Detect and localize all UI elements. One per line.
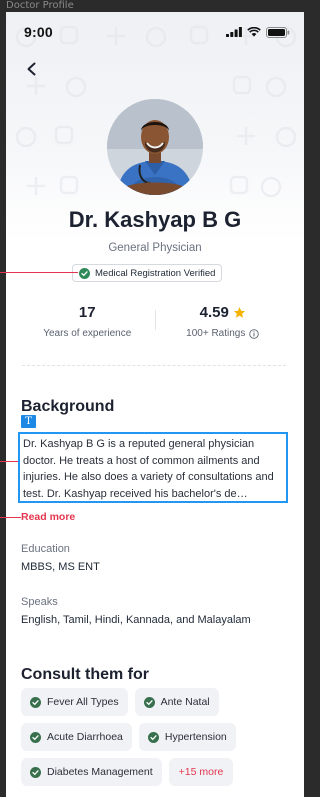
condition-chip[interactable]: Fever All Types <box>21 688 128 716</box>
check-circle-icon <box>143 696 155 708</box>
signal-icon <box>226 27 242 37</box>
annotation-guide <box>0 461 18 462</box>
status-time: 9:00 <box>24 24 53 40</box>
section-divider <box>22 365 286 366</box>
experience-label: Years of experience <box>43 328 132 339</box>
text-tool-icon: T <box>21 415 36 428</box>
battery-icon <box>266 26 290 38</box>
info-icon[interactable] <box>249 328 260 339</box>
check-circle-icon <box>30 696 41 708</box>
consult-title: Consult them for <box>21 666 149 683</box>
speaks-label: Speaks <box>21 596 58 608</box>
annotation-guide <box>0 272 78 273</box>
verified-badge: Medical Registration Verified <box>72 264 223 282</box>
check-circle-icon <box>79 267 90 279</box>
ratings-label: 100+ Ratings <box>156 328 291 339</box>
bio-text: Dr. Kashyap B G is a reputed general phy… <box>18 432 288 503</box>
verified-label: Medical Registration Verified <box>95 267 216 279</box>
check-circle-icon <box>147 731 159 743</box>
status-bar: 9:00 <box>6 12 304 52</box>
experience-value: 17 <box>78 303 96 321</box>
condition-chip[interactable]: Diabetes Management <box>21 758 162 786</box>
doctor-name: Dr. Kashyap B G <box>68 207 242 232</box>
check-circle-icon <box>30 731 41 743</box>
check-circle-icon <box>30 766 41 778</box>
experience-stat: 17 Years of experience <box>20 302 155 356</box>
background-title: Background <box>21 398 115 415</box>
condition-chips: Fever All Types Ante Natal Acute Diarrho… <box>21 688 291 786</box>
rating-stat: 4.59 100+ Ratings <box>156 302 291 356</box>
rating-value: 4.59 <box>156 302 291 322</box>
condition-chip[interactable]: Acute Diarrhoea <box>21 723 132 751</box>
doctor-avatar <box>107 99 203 195</box>
annotation-guide <box>0 517 21 518</box>
education-label: Education <box>21 543 70 555</box>
status-icons <box>226 26 290 38</box>
condition-chip[interactable]: Hypertension <box>138 723 236 751</box>
speaks-value: English, Tamil, Hindi, Kannada, and Mala… <box>21 614 251 626</box>
stats-row: 17 Years of experience 4.59 100+ Ratings <box>20 302 290 356</box>
phone-screen: 9:00 Dr. Kashyap B G General Physician M… <box>6 12 304 797</box>
wifi-icon <box>247 27 261 37</box>
doctor-specialty: General Physician <box>108 242 202 254</box>
read-more-link[interactable]: Read more <box>21 511 75 523</box>
star-icon <box>233 306 246 318</box>
education-value: MBBS, MS ENT <box>21 561 100 573</box>
more-conditions-button[interactable]: +15 more <box>168 758 234 786</box>
frame-label: Doctor Profile <box>6 0 74 11</box>
condition-chip[interactable]: Ante Natal <box>134 688 219 716</box>
doctor-photo-icon <box>107 99 203 195</box>
back-button[interactable] <box>20 57 44 81</box>
back-arrow-icon <box>27 62 36 76</box>
